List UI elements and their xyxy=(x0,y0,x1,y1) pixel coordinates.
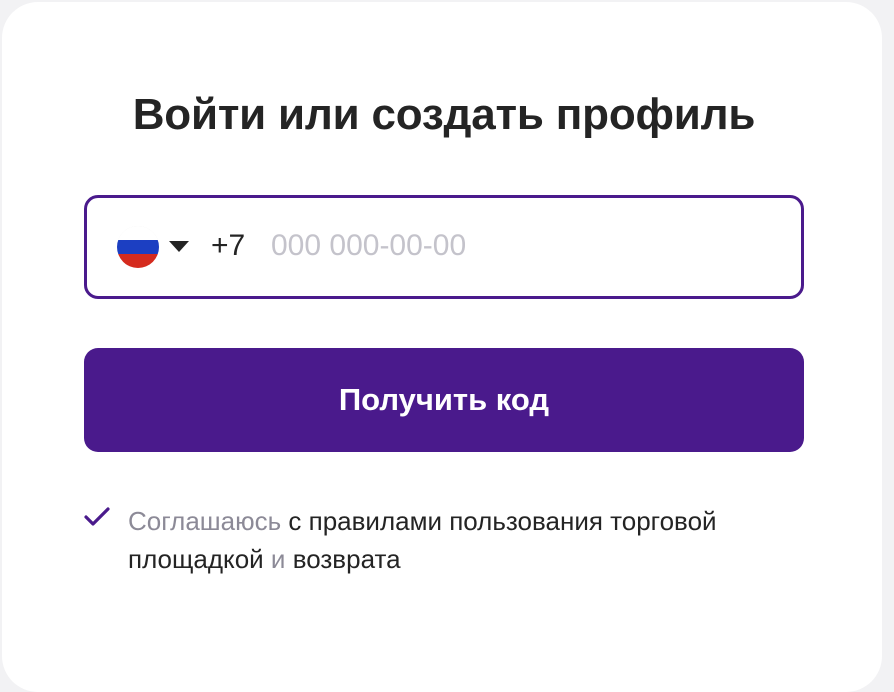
phone-input[interactable] xyxy=(271,225,771,267)
country-selector[interactable] xyxy=(117,226,197,268)
chevron-down-icon xyxy=(169,240,189,258)
phone-field[interactable]: +7 xyxy=(84,195,804,299)
country-code: +7 xyxy=(211,229,246,262)
agreement-text: Соглашаюсь с правилами пользования торго… xyxy=(128,502,818,578)
conjunction: и xyxy=(270,544,286,574)
returns-link[interactable]: возврата xyxy=(293,544,401,574)
checkmark-icon[interactable] xyxy=(84,506,110,528)
get-code-button[interactable]: Получить код xyxy=(84,348,804,452)
login-card: Войти или создать профиль +7 Получить ко… xyxy=(2,2,882,692)
russia-flag-icon xyxy=(117,226,159,268)
page-title: Войти или создать профиль xyxy=(132,90,756,139)
agree-label: Соглашаюсь xyxy=(128,506,282,536)
